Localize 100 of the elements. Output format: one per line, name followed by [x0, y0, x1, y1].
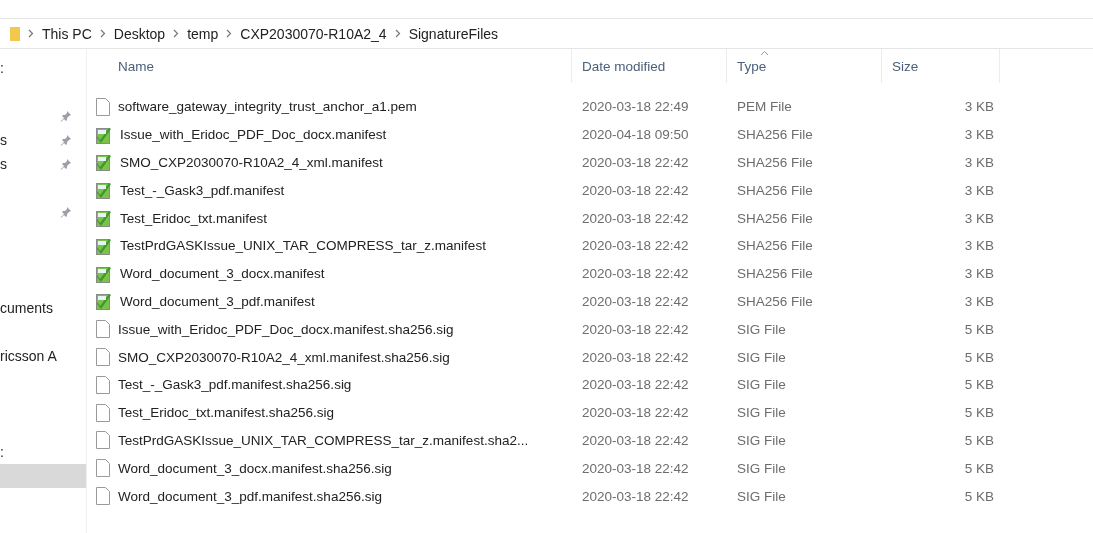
document-checkmark-icon: [96, 264, 112, 283]
file-type: SHA256 File: [737, 293, 813, 309]
file-name[interactable]: Issue_with_Eridoc_PDF_Doc_docx.manifest.sha256.sig: [118, 321, 454, 337]
column-header[interactable]: Type: [737, 58, 767, 74]
chevron-right-icon: [173, 29, 180, 38]
sidebar-label[interactable]: :: [0, 444, 4, 460]
file-name[interactable]: Test_-_Gask3_pdf.manifest.sha256.sig: [118, 377, 352, 393]
sidebar-label[interactable]: s: [0, 156, 7, 172]
date-modified: 2020-03-18 22:42: [582, 460, 689, 476]
file-size: 3 KB: [964, 238, 994, 254]
file-size: 3 KB: [964, 182, 994, 198]
file-size: 5 KB: [964, 488, 994, 504]
file-icon: [96, 375, 110, 394]
chevron-right-icon: [99, 29, 106, 38]
pin-icon[interactable]: [60, 206, 72, 218]
document-checkmark-icon: [96, 125, 112, 144]
date-modified: 2020-03-18 22:42: [582, 266, 689, 282]
file-icon: [96, 403, 110, 422]
date-modified: 2020-03-18 22:42: [582, 488, 689, 504]
file-type: SIG File: [737, 349, 786, 365]
document-checkmark-icon: [96, 236, 112, 255]
chevron-right-icon: [28, 29, 34, 38]
file-size: 3 KB: [964, 127, 994, 143]
pin-icon[interactable]: [60, 110, 72, 122]
breadcrumb-item[interactable]: SignatureFiles: [408, 25, 499, 42]
file-size: 3 KB: [964, 155, 994, 170]
file-type: SHA256 File: [737, 210, 813, 226]
breadcrumb-item[interactable]: This PC: [42, 25, 92, 42]
file-size: 3 KB: [964, 266, 994, 282]
file-name[interactable]: Word_document_3_pdf.manifest: [120, 293, 315, 309]
file-size: 3 KB: [964, 293, 994, 309]
pin-icon[interactable]: [60, 134, 72, 146]
file-type: SIG File: [737, 377, 786, 393]
file-name[interactable]: Test_Eridoc_txt.manifest: [120, 210, 268, 226]
sidebar-label[interactable]: ricsson A: [0, 348, 57, 364]
file-type: SHA256 File: [737, 238, 813, 254]
date-modified: 2020-03-18 22:42: [582, 155, 689, 170]
file-icon: [96, 459, 110, 478]
pin-icon[interactable]: [60, 158, 72, 170]
breadcrumb-item[interactable]: Desktop: [113, 25, 166, 42]
file-type: SHA256 File: [737, 127, 813, 143]
file-size: 5 KB: [964, 349, 994, 365]
file-type: SHA256 File: [737, 266, 813, 282]
file-name[interactable]: Test_Eridoc_txt.manifest.sha256.sig: [118, 405, 335, 421]
file-type: SIG File: [737, 488, 786, 504]
file-name[interactable]: TestPrdGASKIssue_UNIX_TAR_COMPRESS_tar_z.manifest: [120, 238, 486, 254]
sidebar-label[interactable]: :: [0, 60, 4, 76]
chevron-right-icon: [394, 29, 401, 38]
file-type: SIG File: [737, 432, 786, 448]
sidebar-label[interactable]: cuments: [0, 300, 53, 316]
file-size: 5 KB: [964, 432, 994, 448]
file-type: PEM File: [737, 99, 792, 115]
file-size: 5 KB: [964, 321, 994, 337]
file-type: SIG File: [737, 321, 786, 337]
column-header[interactable]: Size: [892, 58, 919, 74]
date-modified: 2020-03-18 22:42: [582, 182, 689, 198]
breadcrumb-item[interactable]: temp: [187, 25, 219, 42]
file-name[interactable]: SMO_CXP2030070-R10A2_4_xml.manifest.sha256.sig: [118, 349, 450, 365]
file-name[interactable]: Issue_with_Eridoc_PDF_Doc_docx.manifest: [120, 127, 387, 143]
date-modified: 2020-03-18 22:49: [582, 99, 689, 115]
file-icon: [96, 320, 110, 339]
file-name[interactable]: Word_document_3_pdf.manifest.sha256.sig: [118, 488, 382, 504]
file-name[interactable]: software_gateway_integrity_trust_anchor_a1.pem: [118, 99, 417, 115]
file-size: 3 KB: [964, 210, 994, 226]
date-modified: 2020-04-18 09:50: [582, 127, 689, 143]
date-modified: 2020-03-18 22:42: [582, 405, 689, 421]
folder-icon: [10, 25, 20, 42]
file-size: 3 KB: [964, 99, 994, 115]
date-modified: 2020-03-18 22:42: [582, 432, 689, 448]
file-type: SHA256 File: [737, 155, 813, 170]
file-name[interactable]: Test_-_Gask3_pdf.manifest: [120, 182, 285, 198]
chevron-right-icon: [226, 29, 233, 38]
file-name[interactable]: SMO_CXP2030070-R10A2_4_xml.manifest: [120, 155, 383, 170]
file-size: 5 KB: [964, 405, 994, 421]
file-icon: [96, 348, 110, 367]
file-name[interactable]: Word_document_3_docx.manifest.sha256.sig: [118, 460, 392, 476]
date-modified: 2020-03-18 22:42: [582, 321, 689, 337]
file-type: SIG File: [737, 405, 786, 421]
date-modified: 2020-03-18 22:42: [582, 293, 689, 309]
document-checkmark-icon: [96, 292, 112, 311]
file-size: 5 KB: [964, 377, 994, 393]
document-checkmark-icon: [96, 209, 112, 228]
column-header[interactable]: Date modified: [582, 58, 666, 74]
file-name[interactable]: TestPrdGASKIssue_UNIX_TAR_COMPRESS_tar_z.manifest.sha2...: [118, 432, 529, 448]
file-icon: [96, 431, 110, 450]
date-modified: 2020-03-18 22:42: [582, 210, 689, 226]
file-type: SIG File: [737, 460, 786, 476]
file-type: SHA256 File: [737, 182, 813, 198]
date-modified: 2020-03-18 22:42: [582, 238, 689, 254]
date-modified: 2020-03-18 22:42: [582, 349, 689, 365]
document-checkmark-icon: [96, 181, 112, 200]
file-name[interactable]: Word_document_3_docx.manifest: [120, 266, 325, 282]
file-size: 5 KB: [964, 460, 994, 476]
sidebar-label[interactable]: s: [0, 132, 7, 148]
document-checkmark-icon: [96, 153, 112, 172]
breadcrumb-item[interactable]: CXP2030070-R10A2_4: [240, 25, 387, 42]
column-header[interactable]: Name: [118, 58, 154, 74]
file-icon: [96, 487, 110, 506]
sort-caret-icon: [760, 50, 769, 56]
date-modified: 2020-03-18 22:42: [582, 377, 689, 393]
